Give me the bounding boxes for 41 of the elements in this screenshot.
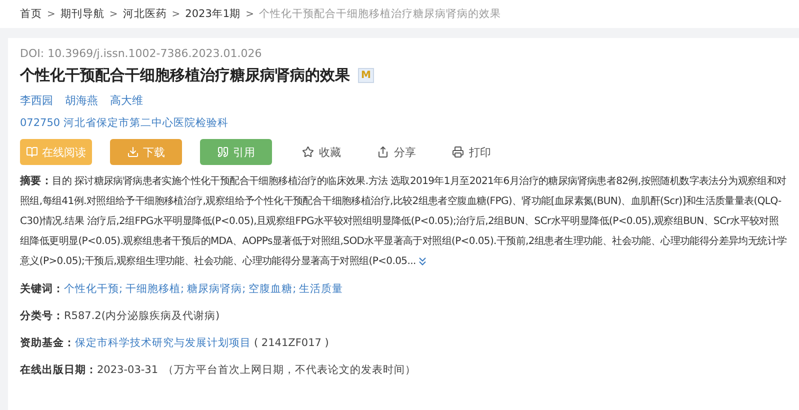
keyword-link[interactable]: 糖尿病肾病;	[187, 283, 246, 295]
breadcrumb-link[interactable]: 河北医药	[122, 7, 167, 21]
classification-label: 分类号：	[20, 310, 64, 322]
breadcrumb-separator: >	[172, 8, 180, 20]
breadcrumb-separator: >	[246, 8, 254, 20]
breadcrumb-link[interactable]: 期刊导航	[60, 7, 104, 21]
title-badge: M	[358, 68, 374, 83]
print-button[interactable]: 打印	[446, 144, 497, 160]
abstract-text: 摘要：目的 探讨糖尿病肾病患者实施个性化干预配合干细胞移植治疗的临床效果.方法 选取2019年1月至2021年6月治疗的糖尿病肾病患者82例,按照随机数字表法分为观察组和对照组,每组41例.对照组给予干细胞移植治疗,观察组给予个性化干预配合干细胞移植治疗,比较2组患者空腹血糖(FPG)、肾功能[血尿素氮(BUN)、血肌酐(Scr)]和生活质量量表(QLQ-C30)情况.结果 治疗后,2组FPG水平明显降低(P<0.05),且观察组FPG水平较对照组明显降低(P<0.05);治疗后,2组BUN、SCr水平明显降低(P<0.05),观察组BUN、SCr水平较对照组降低更明显(P<0.05).观察组患者干预后的MDA、AOPPs显著低于对照组,SOD水平显著高于对照组(P<0.05).干预前,2组患者生理功能、社会功能、心理功能得分差异均无统计学意义(P>0.05);干预后,观察组生理功能、社会功能、心理功能得分显著高于对照组(P<0.05...	[20, 174, 787, 270]
cite-button[interactable]: 引用	[200, 139, 272, 165]
download-icon	[127, 146, 139, 158]
keyword-link[interactable]: 个性化干预;	[64, 283, 123, 295]
author-link[interactable]: 高大维	[110, 93, 143, 108]
fund-code: ( 2141ZF017 )	[254, 337, 329, 349]
online-date-value: 2023-03-31	[97, 364, 158, 376]
keyword-link[interactable]: 干细胞移植;	[126, 283, 184, 295]
affiliation-link[interactable]: 072750 河北省保定市第二中心医院检验科	[20, 116, 787, 130]
breadcrumb-link[interactable]: 个性化干预配合干细胞移植治疗糖尿病肾病的效果	[258, 7, 501, 21]
favorite-button[interactable]: 收藏	[296, 144, 347, 160]
breadcrumb-separator: >	[47, 8, 56, 20]
doi-text: DOI: 10.3969/j.issn.1002-7386.2023.01.026	[20, 47, 263, 60]
keyword-link[interactable]: 生活质量	[299, 283, 344, 295]
star-icon	[302, 146, 314, 158]
book-icon	[26, 146, 38, 158]
breadcrumb-link[interactable]: 2023年1期	[185, 7, 241, 21]
keywords-label: 关键词：	[20, 283, 64, 295]
author-link[interactable]: 李西园	[20, 93, 53, 108]
online-date-label: 在线出版日期：	[20, 364, 97, 376]
breadcrumb-separator: >	[109, 8, 118, 20]
article-title: 个性化干预配合干细胞移植治疗糖尿病肾病的效果	[20, 66, 350, 85]
quote-icon	[217, 146, 229, 158]
share-button[interactable]: 分享	[371, 144, 422, 160]
fund-label: 资助基金：	[20, 337, 75, 349]
share-icon	[377, 146, 389, 158]
breadcrumb-link[interactable]: 首页	[20, 7, 42, 21]
online-date-note: （万方平台首次上网日期，不代表论文的发表时间）	[163, 364, 416, 376]
fund-link[interactable]: 保定市科学技术研究与发展计划项目	[75, 337, 251, 349]
keyword-link[interactable]: 空腹血糖;	[248, 283, 296, 295]
classification-value: R587.2(内分泌腺疾病及代谢病)	[64, 310, 220, 322]
printer-icon	[452, 146, 464, 158]
author-link[interactable]: 胡海燕	[65, 93, 98, 108]
